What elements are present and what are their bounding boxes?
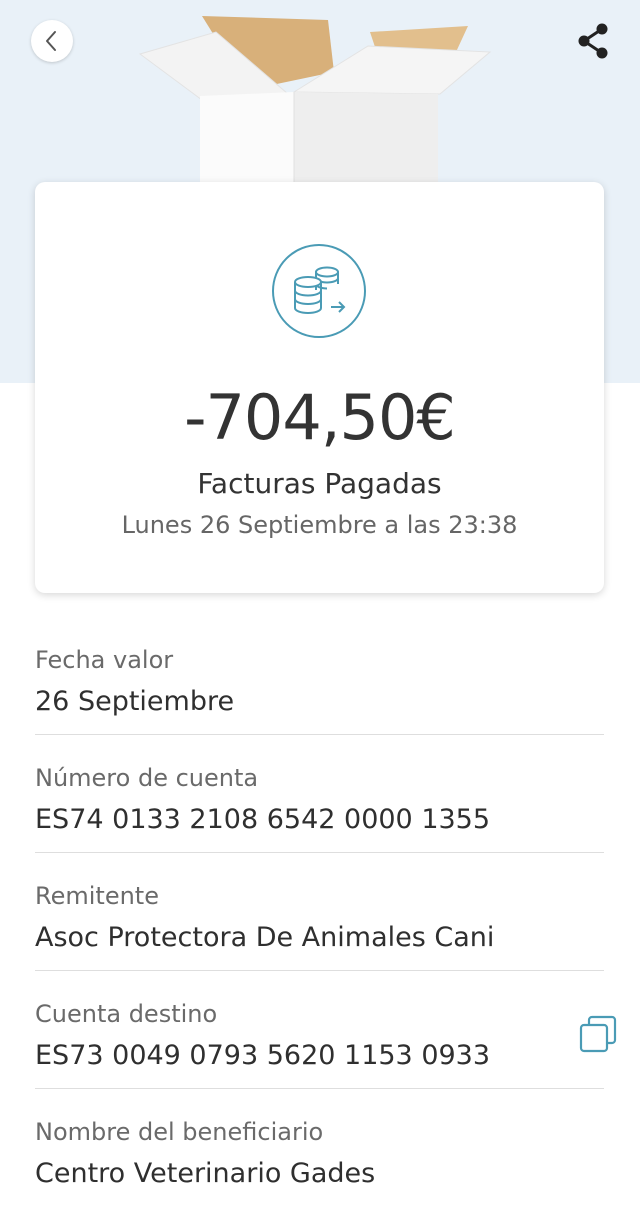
share-button[interactable] xyxy=(570,18,616,64)
detail-label: Número de cuenta xyxy=(35,764,259,792)
copy-icon xyxy=(579,1015,617,1053)
copy-button[interactable] xyxy=(575,1011,621,1057)
detail-label: Nombre del beneficiario xyxy=(35,1118,324,1146)
detail-value[interactable]: Asoc Protectora De Animales Cani xyxy=(35,921,494,955)
detail-sender: Remitente Asoc Protectora De Animales Ca… xyxy=(35,853,604,971)
detail-label: Remitente xyxy=(35,882,159,910)
detail-value-date: Fecha valor 26 Septiembre xyxy=(35,617,604,735)
detail-account-number: Número de cuenta ES74 0133 2108 6542 000… xyxy=(35,735,604,853)
detail-value[interactable]: ES73 0049 0793 5620 1153 0933 xyxy=(35,1039,490,1073)
detail-destination-account: Cuenta destino ES73 0049 0793 5620 1153 … xyxy=(35,971,617,1089)
coins-transfer-icon xyxy=(272,244,366,338)
detail-beneficiary-name: Nombre del beneficiario Centro Veterinar… xyxy=(35,1089,604,1207)
detail-value[interactable]: Centro Veterinario Gades xyxy=(35,1157,375,1191)
transaction-category: Facturas Pagadas xyxy=(197,467,442,500)
transaction-amount: -704,50€ xyxy=(184,381,456,454)
detail-value[interactable]: ES74 0133 2108 6542 0000 1355 xyxy=(35,803,490,837)
detail-value[interactable]: 26 Septiembre xyxy=(35,685,234,719)
transaction-summary-card: -704,50€ Facturas Pagadas Lunes 26 Septi… xyxy=(35,182,604,593)
back-button[interactable] xyxy=(31,20,73,62)
chevron-left-icon xyxy=(46,31,56,51)
open-box-illustration xyxy=(138,16,492,187)
transaction-datetime: Lunes 26 Septiembre a las 23:38 xyxy=(121,511,518,539)
detail-label: Cuenta destino xyxy=(35,1000,218,1028)
share-icon xyxy=(578,23,608,59)
detail-label: Fecha valor xyxy=(35,646,174,674)
